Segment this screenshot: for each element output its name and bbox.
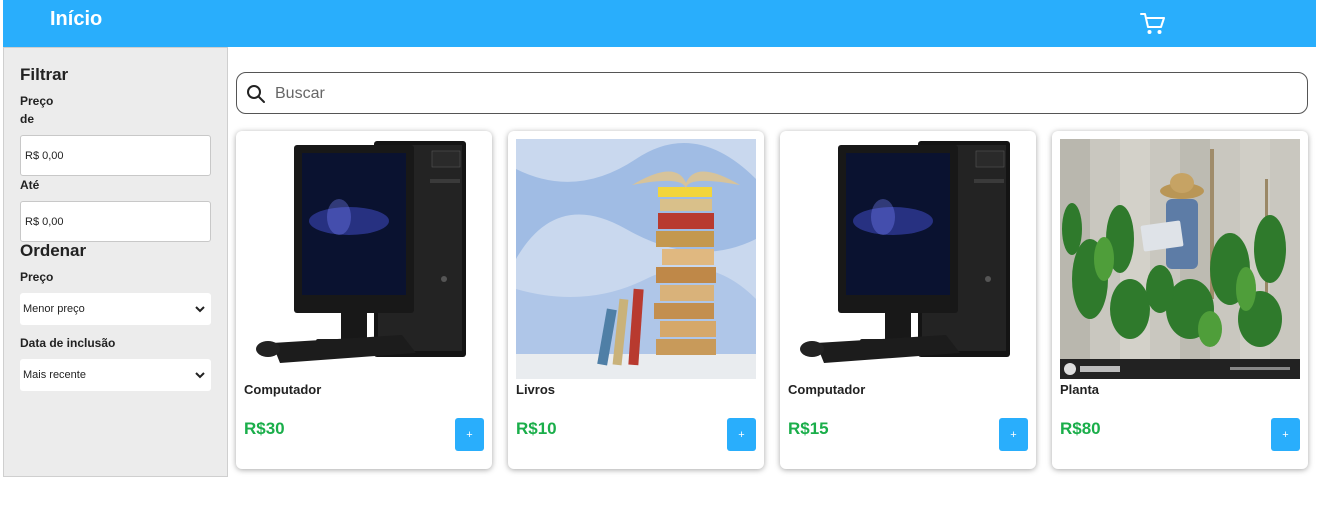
product-name: Computador [244,382,322,397]
filter-heading: Filtrar [20,65,69,84]
cart-icon[interactable] [1140,12,1166,36]
filter-sidebar: Filtrar Preço de Até Ordenar Preço Menor… [3,47,228,477]
chevron-down-icon [195,306,205,313]
to-label: Até [20,178,40,192]
chevron-down-icon [195,372,205,379]
sort-heading: Ordenar [20,241,87,260]
sort-date-select[interactable]: Mais recente [20,359,211,391]
top-bar: Início [3,0,1316,47]
product-image [516,139,756,379]
sort-price-value: Menor preço [23,303,85,315]
price-label: Preço [20,94,54,108]
product-card[interactable]: Computador R$15 + [780,131,1036,469]
product-image [788,139,1028,379]
search-icon [247,85,265,103]
product-image [1060,139,1300,379]
from-label: de [20,112,35,126]
product-card[interactable]: Computador R$30 + [236,131,492,469]
search-bar [236,72,1308,114]
add-to-cart-button[interactable]: + [455,418,484,451]
sort-price-select[interactable]: Menor preço [20,293,211,325]
sort-date-label: Data de inclusão [20,336,116,350]
product-price: R$80 [1060,419,1101,438]
add-to-cart-button[interactable]: + [999,418,1028,451]
price-to-input[interactable] [20,201,211,242]
add-to-cart-button[interactable]: + [727,418,756,451]
search-input[interactable] [275,81,1275,107]
sort-price-label: Preço [20,270,54,284]
product-name: Livros [516,382,556,397]
product-card[interactable]: Livros R$10 + [508,131,764,469]
page-title[interactable]: Início [50,8,102,31]
product-image [244,139,484,379]
add-to-cart-button[interactable]: + [1271,418,1300,451]
product-price: R$10 [516,419,557,438]
product-name: Planta [1060,382,1100,397]
product-name: Computador [788,382,866,397]
sort-date-value: Mais recente [23,369,86,381]
price-from-input[interactable] [20,135,211,176]
product-price: R$15 [788,419,829,438]
product-card[interactable]: Planta R$80 + [1052,131,1308,469]
product-price: R$30 [244,419,285,438]
